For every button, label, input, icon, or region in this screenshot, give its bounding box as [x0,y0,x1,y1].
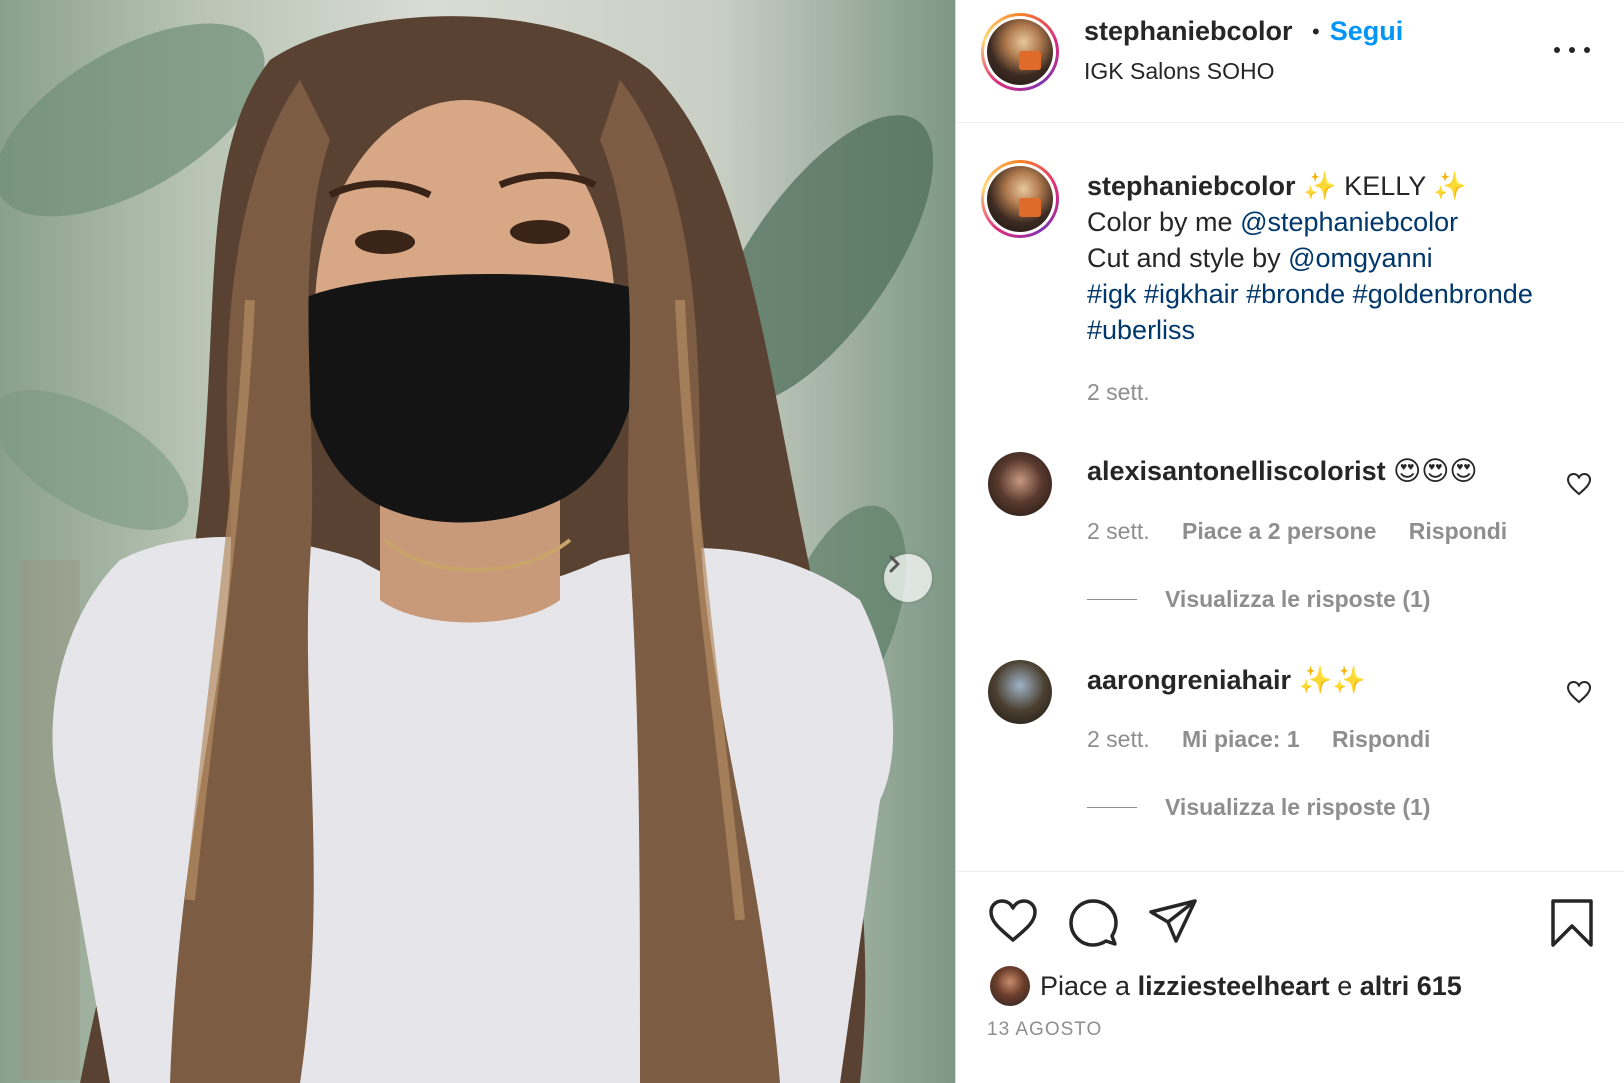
comment-age: 2 sett. [1087,518,1150,544]
next-photo-button[interactable] [884,554,932,602]
post-photo[interactable] [0,0,955,1083]
post-image [0,16,934,1083]
comment-meta: 2 sett. Mi piace: 1 Rispondi [1087,726,1456,753]
liker-username[interactable]: lizziesteelheart [1138,971,1330,1002]
comment-icon[interactable] [1068,898,1118,948]
caption-text: Color by me [1087,207,1233,237]
comment-avatar[interactable] [988,452,1052,516]
post-date[interactable]: 13 AGOSTO [987,1019,1102,1041]
bookmark-icon[interactable] [1550,898,1594,948]
comment-username[interactable]: aarongreniahair [1087,665,1291,695]
author-username[interactable]: stephaniebcolor [1084,16,1293,47]
caption-line-3: Cut and style by @omgyanni [1087,240,1433,276]
reply-button[interactable]: Rispondi [1409,518,1507,544]
comment-1: alexisantonelliscolorist 😍😍😍 [1087,456,1478,487]
caption-avatar[interactable] [981,160,1059,238]
view-replies-label: Visualizza le risposte (1) [1165,794,1431,820]
post-side-panel: stephaniebcolor • Segui IGK Salons SOHO … [955,0,1624,1083]
caption-username[interactable]: stephaniebcolor [1087,171,1296,201]
post-header: stephaniebcolor • Segui IGK Salons SOHO [956,0,1624,123]
hashtags-line-1[interactable]: #igk #igkhair #bronde #goldenbronde [1087,276,1533,312]
separator-dot: • [1312,18,1320,44]
likes-summary: Piace a lizziesteelheart e altri 615 [990,966,1462,1006]
comment-likes[interactable]: Mi piace: 1 [1182,726,1300,752]
comment-text: 😍😍😍 [1393,456,1478,486]
caption-line-1: stephaniebcolor ✨ KELLY ✨ [1087,168,1467,204]
post-actions: Piace a lizziesteelheart e altri 615 13 … [956,871,1624,1083]
divider-line [1087,807,1137,808]
post-location[interactable]: IGK Salons SOHO [1084,58,1274,85]
mention-link[interactable]: @omgyanni [1288,243,1432,273]
liker-avatar[interactable] [990,966,1030,1006]
likes-others-link[interactable]: altri 615 [1360,971,1462,1002]
heart-icon[interactable] [988,898,1038,944]
more-options-icon[interactable] [1554,38,1590,62]
comment-likes[interactable]: Piace a 2 persone [1182,518,1376,544]
comment-username[interactable]: alexisantonelliscolorist [1087,456,1386,486]
view-replies-label: Visualizza le risposte (1) [1165,586,1431,612]
view-replies-button[interactable]: Visualizza le risposte (1) [1087,794,1430,821]
comment-avatar[interactable] [988,660,1052,724]
hashtags-line-2[interactable]: #uberliss [1087,312,1195,348]
divider-line [1087,599,1137,600]
reply-button[interactable]: Rispondi [1332,726,1430,752]
view-replies-button[interactable]: Visualizza le risposte (1) [1087,586,1430,613]
chevron-right-icon [889,555,900,573]
mention-link[interactable]: @stephaniebcolor [1240,207,1458,237]
author-avatar[interactable] [981,13,1059,91]
comment-like-heart-icon[interactable] [1566,680,1592,704]
caption-title: ✨ KELLY ✨ [1303,171,1467,201]
caption-line-2: Color by me @stephaniebcolor [1087,204,1458,240]
comment-like-heart-icon[interactable] [1566,472,1592,496]
comment-text: ✨✨ [1298,665,1366,695]
likes-connector: e [1337,970,1353,1001]
follow-button[interactable]: Segui [1330,16,1404,47]
likes-prefix: Piace a [1040,970,1131,1001]
paper-plane-icon[interactable] [1148,898,1198,944]
caption-age: 2 sett. [1087,379,1150,405]
comment-2: aarongreniahair ✨✨ [1087,664,1366,696]
comment-meta: 2 sett. Piace a 2 persone Rispondi [1087,518,1533,545]
comment-age: 2 sett. [1087,726,1150,752]
caption-text: Cut and style by [1087,243,1281,273]
